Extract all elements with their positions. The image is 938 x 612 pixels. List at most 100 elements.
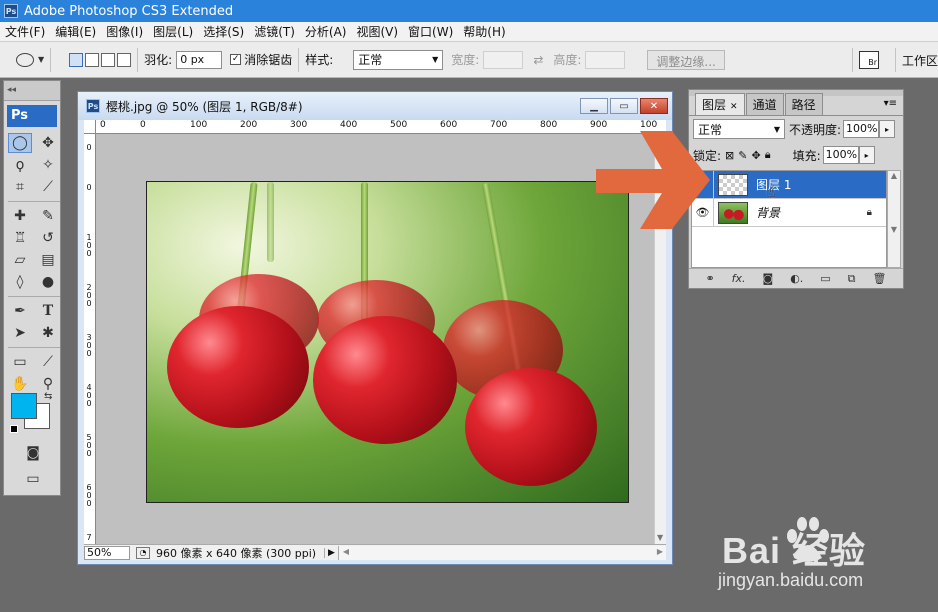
toolbox: ◂◂ Ps ◯ ✥ ϙ ✧ ⌗ ⟋ ✚ ✎ ♖ ↺ ▱ ▤ ◊ ● ✒ T ➤ … — [3, 80, 61, 496]
menu-filter[interactable]: 滤镜(T) — [249, 23, 300, 40]
height-input[interactable] — [585, 50, 626, 69]
status-menu-icon[interactable]: ▶ — [324, 547, 338, 558]
healing-brush-tool-icon[interactable]: ✚ — [8, 206, 32, 226]
subtract-selection-icon[interactable] — [101, 52, 116, 67]
eyedropper-icon[interactable]: ⟋ — [36, 352, 60, 372]
type-tool-icon[interactable]: T — [36, 301, 60, 321]
cherry — [313, 316, 457, 444]
magic-wand-tool-icon[interactable]: ✧ — [36, 155, 60, 175]
eraser-tool-icon[interactable]: ▱ — [8, 250, 32, 270]
trash-icon[interactable]: 🗑︎ — [872, 272, 886, 285]
menu-file[interactable]: 文件(F) — [0, 23, 50, 40]
document-titlebar[interactable]: Ps 樱桃.jpg @ 50% (图层 1, RGB/8#) ▁ ▭ ✕ — [78, 92, 672, 120]
adjustment-icon[interactable]: ◐. — [790, 272, 803, 285]
scroll-down-icon[interactable]: ▼ — [657, 533, 663, 542]
divider — [8, 347, 60, 348]
scroll-right-icon[interactable]: ▶ — [657, 546, 663, 558]
canvas-area[interactable] — [96, 134, 654, 544]
menu-image[interactable]: 图像(I) — [101, 23, 148, 40]
feather-input[interactable]: 0 px — [176, 50, 223, 69]
fill-slider-button[interactable]: ▸ — [858, 146, 875, 164]
ruler-origin[interactable] — [84, 120, 96, 134]
divider — [50, 47, 52, 72]
new-layer-icon[interactable]: ⧉ — [848, 272, 856, 286]
eyedropper-tool-icon[interactable]: ⟋ — [36, 177, 60, 197]
elliptical-marquee-preset-icon[interactable] — [16, 52, 34, 67]
height-label: 高度: — [553, 53, 582, 67]
tab-layers[interactable]: 图层 ✕ — [695, 93, 745, 115]
menu-edit[interactable]: 编辑(E) — [50, 23, 101, 40]
workspace-button[interactable]: 工作区 — [902, 52, 938, 69]
menu-analysis[interactable]: 分析(A) — [300, 23, 352, 40]
crop-tool-icon[interactable]: ⌗ — [8, 177, 32, 197]
ruler-label: 100 — [640, 120, 658, 130]
dodge-tool-icon[interactable]: ● — [36, 272, 60, 292]
divider — [137, 47, 139, 72]
clone-stamp-tool-icon[interactable]: ♖ — [8, 228, 32, 248]
ruler-label: 400 — [340, 120, 358, 130]
horizontal-ruler[interactable]: 0 0 100 200 300 400 500 600 700 800 900 … — [96, 120, 666, 134]
toolbox-collapse-handle[interactable]: ◂◂ — [4, 81, 60, 101]
custom-shape-tool-icon[interactable]: ✱ — [36, 323, 60, 343]
close-button[interactable]: ✕ — [640, 98, 668, 114]
lock-position-icon[interactable]: ✥ — [751, 149, 760, 162]
quick-mask-icon[interactable]: ◙ — [21, 443, 45, 463]
pen-tool-icon[interactable]: ✒ — [8, 301, 32, 321]
folder-icon[interactable]: ▭ — [820, 272, 830, 285]
zoom-field[interactable]: 50% — [84, 545, 130, 560]
layer-row-background[interactable]: 👁︎ 背景 🔒︎ — [692, 198, 886, 227]
ruler-label: 0 — [86, 183, 92, 192]
menu-layer[interactable]: 图层(L) — [148, 23, 198, 40]
bridge-icon[interactable]: Br — [858, 51, 879, 69]
mask-icon[interactable]: ◙ — [763, 272, 774, 285]
move-tool-icon[interactable]: ✥ — [36, 133, 60, 153]
opacity-slider-button[interactable]: ▸ — [879, 120, 896, 138]
screen-mode-icon[interactable]: ▭ — [21, 469, 45, 489]
antialias-checkbox[interactable]: ✓ — [230, 54, 242, 65]
fill-input[interactable]: 100% — [822, 146, 859, 164]
menu-select[interactable]: 选择(S) — [198, 23, 249, 40]
horizontal-scrollbar[interactable]: ◀ ▶ — [337, 545, 666, 560]
hand-tool-icon[interactable]: ✋ — [8, 374, 32, 394]
lock-pixels-icon[interactable]: ✎ — [738, 149, 747, 162]
layer-row-layer1[interactable]: 图层 1 — [692, 170, 886, 199]
path-selection-tool-icon[interactable]: ➤ — [8, 323, 32, 343]
opacity-input[interactable]: 100% — [843, 120, 880, 138]
fx-icon[interactable]: fx. — [732, 272, 746, 285]
swap-icon[interactable]: ⇄ — [533, 53, 543, 67]
foreground-color-swatch[interactable] — [11, 393, 37, 419]
default-colors-icon[interactable] — [10, 425, 18, 433]
tab-paths[interactable]: 路径 — [784, 93, 823, 115]
refine-edge-button[interactable]: 调整边缘... — [647, 49, 725, 70]
menu-window[interactable]: 窗口(W) — [403, 23, 458, 40]
cherry-photo[interactable] — [146, 181, 629, 503]
intersect-selection-icon[interactable] — [117, 52, 132, 67]
panel-menu-icon[interactable]: ▾≡ — [884, 98, 897, 109]
new-selection-icon[interactable] — [69, 52, 84, 67]
menu-help[interactable]: 帮助(H) — [458, 23, 510, 40]
close-icon[interactable]: ✕ — [730, 102, 738, 112]
width-input[interactable] — [483, 50, 524, 69]
vertical-ruler[interactable]: 0 0 1 0 0 2 0 0 3 0 0 4 0 0 5 0 0 6 0 0 … — [84, 134, 96, 544]
document-info-icon[interactable]: ◔ — [136, 546, 150, 559]
lock-transparency-icon[interactable]: ⊠ — [725, 149, 734, 162]
maximize-button[interactable]: ▭ — [610, 98, 638, 114]
chevron-down-icon[interactable]: ▼ — [38, 55, 44, 64]
history-brush-tool-icon[interactable]: ↺ — [36, 228, 60, 248]
lasso-tool-icon[interactable]: ϙ — [8, 155, 32, 175]
ruler-label: 800 — [540, 120, 558, 130]
tab-channels[interactable]: 通道 — [745, 93, 784, 115]
minimize-button[interactable]: ▁ — [580, 98, 608, 114]
swap-colors-icon[interactable]: ⇆ — [44, 391, 52, 402]
notes-tool-icon[interactable]: ▭ — [8, 352, 32, 372]
style-select[interactable]: 正常 ▼ — [353, 49, 444, 70]
link-icon[interactable]: ⚭ — [705, 272, 714, 285]
lock-all-icon[interactable]: 🔒︎ — [765, 148, 771, 162]
layers-scrollbar[interactable]: ▲ ▼ — [887, 170, 901, 268]
menu-view[interactable]: 视图(V) — [351, 23, 403, 40]
add-selection-icon[interactable] — [85, 52, 100, 67]
elliptical-marquee-tool-icon[interactable]: ◯ — [8, 133, 32, 153]
blur-tool-icon[interactable]: ◊ — [8, 272, 32, 292]
brush-tool-icon[interactable]: ✎ — [36, 206, 60, 226]
gradient-tool-icon[interactable]: ▤ — [36, 250, 60, 270]
